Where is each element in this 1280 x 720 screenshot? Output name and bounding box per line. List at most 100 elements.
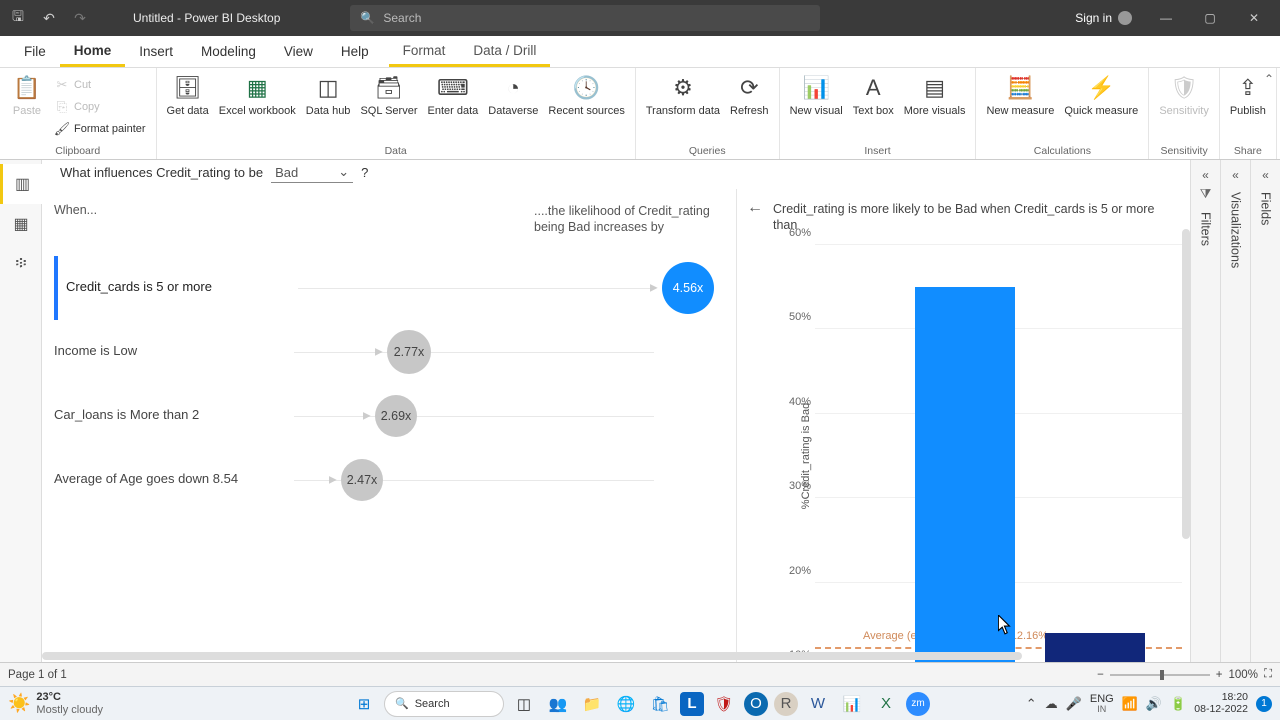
app-o-icon[interactable]: O [744, 692, 768, 716]
sensitivity-label: Sensitivity [1159, 105, 1209, 118]
menu-format[interactable]: Format [389, 36, 460, 67]
more-visuals-button[interactable]: ▤More visuals [900, 70, 970, 145]
menu-data-drill[interactable]: Data / Drill [459, 36, 550, 67]
search-box[interactable]: 🔍 Search [350, 5, 820, 31]
ribbon-collapse-icon[interactable]: ⌃ [1264, 72, 1274, 86]
data-view-button[interactable]: ▦ [0, 204, 42, 244]
group-data: Data [385, 145, 407, 159]
transform-label: Transform data [646, 105, 720, 118]
task-view-icon[interactable]: ◫ [510, 690, 538, 718]
back-arrow-icon[interactable]: ← [747, 199, 763, 217]
factor-bubble: 4.56x [662, 262, 714, 314]
clock[interactable]: 18:20 08-12-2022 [1194, 692, 1248, 715]
app-l-icon[interactable]: L [680, 692, 704, 716]
visualizations-pane[interactable]: « Visualizations [1220, 160, 1250, 674]
redo-icon[interactable]: ↷ [72, 10, 88, 26]
zoom-in-button[interactable]: + [1216, 669, 1223, 681]
horizontal-scrollbar[interactable] [42, 652, 1190, 662]
notifications-icon[interactable]: 1 [1256, 696, 1272, 712]
store-icon[interactable]: 🛍 [646, 690, 674, 718]
zoom-slider[interactable] [1110, 674, 1210, 676]
excel-button[interactable]: ▦Excel workbook [215, 70, 300, 145]
detail-chart-panel: ← Credit_rating is more likely to be Bad… [737, 189, 1190, 667]
dataverse-label: Dataverse [488, 105, 538, 118]
edge-icon[interactable]: 🌐 [612, 690, 640, 718]
menu-help[interactable]: Help [327, 36, 383, 67]
bar[interactable] [915, 287, 1015, 667]
cut-label: Cut [74, 79, 91, 92]
maximize-button[interactable]: ▢ [1190, 0, 1230, 36]
chevron-left-icon: « [1232, 168, 1239, 182]
explorer-icon[interactable]: 📁 [578, 690, 606, 718]
quick-measure-button[interactable]: ⚡Quick measure [1060, 70, 1142, 145]
dataverse-button[interactable]: ◔Dataverse [484, 70, 542, 145]
sensitivity-button[interactable]: 🛡Sensitivity [1155, 70, 1213, 145]
cut-button[interactable]: ✂Cut [50, 75, 150, 97]
new-visual-button[interactable]: 📊New visual [786, 70, 847, 145]
app-r-icon[interactable]: R [774, 692, 798, 716]
tray-chevron-icon[interactable]: ⌃ [1026, 696, 1037, 712]
mcafee-icon[interactable]: 🛡 [710, 690, 738, 718]
volume-icon[interactable]: 🔊 [1146, 696, 1162, 712]
recent-sources-button[interactable]: 🕓Recent sources [544, 70, 628, 145]
fields-pane[interactable]: « Fields [1250, 160, 1280, 674]
excel-task-icon[interactable]: X [872, 690, 900, 718]
model-icon: ፨ [15, 255, 26, 273]
table-icon: ▦ [13, 214, 28, 234]
text-box-button[interactable]: AText box [849, 70, 898, 145]
transform-button[interactable]: ⚙Transform data [642, 70, 724, 145]
weather-widget[interactable]: ☀️ 23°C Mostly cloudy [8, 691, 103, 715]
wifi-icon[interactable]: 📶 [1122, 696, 1138, 712]
menu-view[interactable]: View [270, 36, 327, 67]
copy-button[interactable]: ⎘Copy [50, 97, 150, 119]
language-indicator[interactable]: ENG IN [1090, 693, 1114, 715]
influences-dropdown[interactable]: Bad ⌄ [271, 162, 353, 183]
format-painter-button[interactable]: 🖌Format painter [50, 119, 150, 141]
zoom-out-button[interactable]: − [1097, 669, 1104, 681]
data-hub-button[interactable]: ◫Data hub [302, 70, 355, 145]
y-ticks: 60%50%40%30%20%10% [775, 245, 815, 667]
menu-insert[interactable]: Insert [125, 36, 187, 67]
factor-row[interactable]: Average of Age goes down 8.54▶2.47x [54, 448, 724, 512]
menu-file[interactable]: File [10, 36, 60, 67]
get-data-button[interactable]: 🗄Get data [163, 70, 213, 145]
quick-measure-icon: ⚡ [1085, 72, 1117, 104]
factor-row[interactable]: Credit_cards is 5 or more▶4.56x [54, 256, 724, 320]
report-view-button[interactable]: ▥ [0, 164, 42, 204]
vertical-scrollbar[interactable] [1182, 229, 1190, 539]
excel-label: Excel workbook [219, 105, 296, 118]
start-button[interactable]: ⊞ [350, 690, 378, 718]
menu-bar: File Home Insert Modeling View Help Form… [0, 36, 1280, 68]
powerbi-icon[interactable]: 📊 [838, 690, 866, 718]
mic-icon[interactable]: 🎤 [1066, 696, 1082, 712]
taskbar-search[interactable]: 🔍 Search [384, 691, 504, 717]
zoom-app-icon[interactable]: zm [906, 692, 930, 716]
enter-data-button[interactable]: ⌨Enter data [424, 70, 483, 145]
factor-row[interactable]: Car_loans is More than 2▶2.69x [54, 384, 724, 448]
word-icon[interactable]: W [804, 690, 832, 718]
fit-page-icon[interactable]: ⛶ [1264, 668, 1272, 681]
signin-button[interactable]: Sign in [1065, 11, 1142, 25]
undo-icon[interactable]: ↶ [41, 10, 57, 26]
new-measure-button[interactable]: 🧮New measure [982, 70, 1058, 145]
battery-icon[interactable]: 🔋 [1170, 696, 1186, 712]
refresh-button[interactable]: ⟳Refresh [726, 70, 773, 145]
teams-icon[interactable]: 👥 [544, 690, 572, 718]
close-button[interactable]: ✕ [1234, 0, 1274, 36]
transform-icon: ⚙ [667, 72, 699, 104]
model-view-button[interactable]: ፨ [0, 244, 42, 284]
menu-home[interactable]: Home [60, 36, 126, 67]
save-icon[interactable]: 🖫 [10, 10, 26, 26]
question-suffix: ? [361, 165, 368, 180]
minimize-button[interactable]: ― [1146, 0, 1186, 36]
menu-modeling[interactable]: Modeling [187, 36, 270, 67]
key-influencers-header: What influences Credit_rating to be Bad … [42, 160, 1190, 189]
group-calculations: Calculations [1034, 145, 1091, 159]
filters-pane[interactable]: « ⧩ Filters [1190, 160, 1220, 674]
factor-row[interactable]: Income is Low▶2.77x [54, 320, 724, 384]
report-canvas: What influences Credit_rating to be Bad … [42, 160, 1190, 674]
sql-button[interactable]: 🗃SQL Server [356, 70, 421, 145]
onedrive-icon[interactable]: ☁ [1045, 696, 1058, 712]
refresh-icon: ⟳ [733, 72, 765, 104]
paste-button[interactable]: 📋 Paste [6, 70, 48, 145]
